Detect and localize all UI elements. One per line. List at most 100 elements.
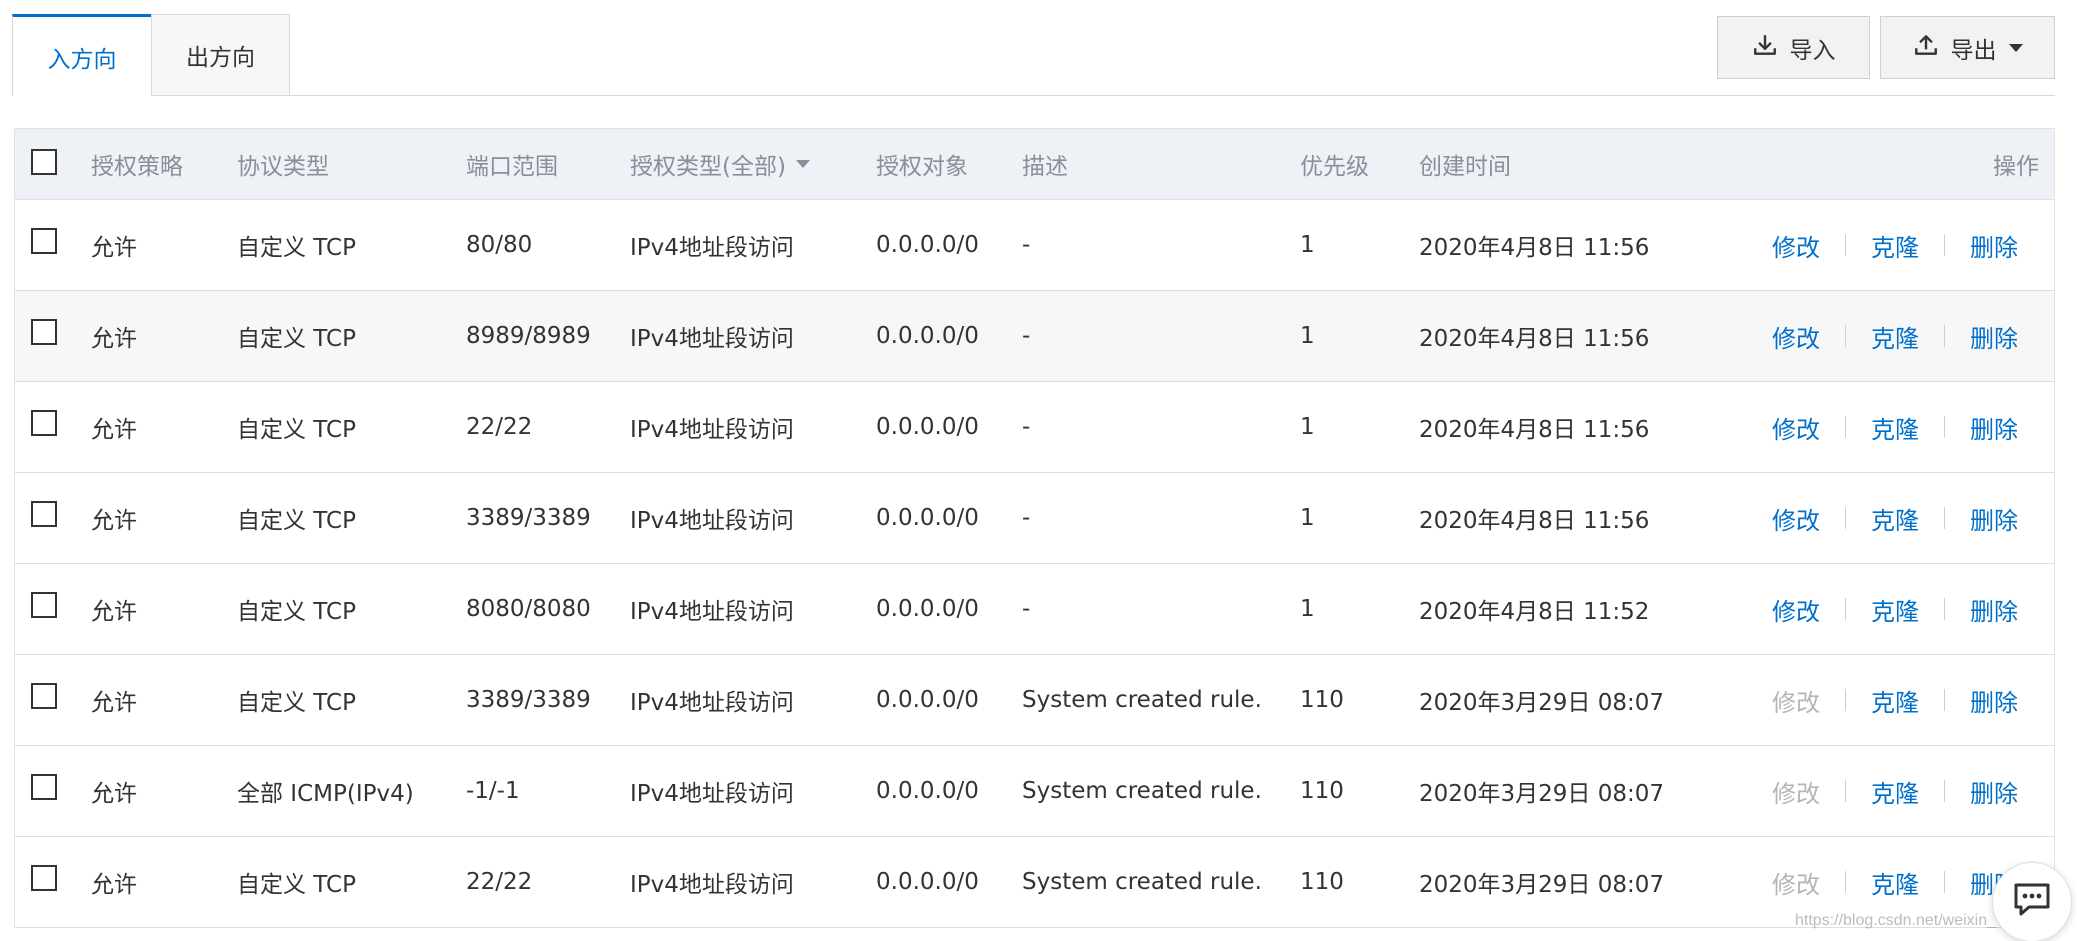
cell-policy: 允许 [91, 235, 137, 261]
table-row: 允许 自定义 TCP 3389/3389 IPv4地址段访问 0.0.0.0/0 Syst… [15, 655, 2054, 746]
edit-link[interactable]: 修改 [1772, 501, 1820, 536]
cell-protocol: 自定义 TCP [237, 508, 356, 534]
action-separator [1944, 780, 1945, 802]
action-separator [1944, 416, 1945, 438]
cell-object: 0.0.0.0/0 [876, 687, 979, 713]
row-checkbox[interactable] [31, 228, 57, 254]
edit-link: 修改 [1772, 688, 1820, 717]
cell-policy: 允许 [91, 781, 137, 807]
cell-priority: 110 [1300, 778, 1344, 804]
cell-port: 80/80 [466, 232, 533, 258]
cell-description: - [1022, 505, 1031, 531]
row-checkbox[interactable] [31, 501, 57, 527]
table-row: 允许 自定义 TCP 22/22 IPv4地址段访问 0.0.0.0/0 - 1 2020年4… [15, 382, 2054, 473]
clone-link[interactable]: 克隆 [1871, 683, 1919, 718]
cell-priority: 110 [1300, 687, 1344, 713]
select-all-checkbox[interactable] [31, 149, 57, 175]
chat-button[interactable] [1992, 862, 2072, 941]
import-label: 导入 [1789, 37, 1836, 64]
filter-caret-icon [795, 160, 810, 168]
cell-created: 2020年4月8日 11:56 [1419, 235, 1650, 261]
cell-protocol: 全部 ICMP(IPv4) [237, 781, 414, 807]
cell-protocol: 自定义 TCP [237, 235, 356, 261]
row-checkbox[interactable] [31, 319, 57, 345]
action-separator [1845, 598, 1846, 620]
cell-object: 0.0.0.0/0 [876, 414, 979, 440]
edit-link: 修改 [1772, 870, 1820, 899]
edit-link[interactable]: 修改 [1772, 319, 1820, 354]
cell-auth-type: IPv4地址段访问 [630, 235, 794, 261]
import-button[interactable]: 导入 [1717, 16, 1870, 79]
header-policy: 授权策略 [91, 154, 183, 180]
clone-link[interactable]: 克隆 [1871, 774, 1919, 809]
cell-auth-type: IPv4地址段访问 [630, 508, 794, 534]
clone-link[interactable]: 克隆 [1871, 228, 1919, 263]
cell-policy: 允许 [91, 508, 137, 534]
action-separator [1944, 234, 1945, 256]
tab-outbound[interactable]: 出方向 [151, 14, 290, 95]
cell-port: 8080/8080 [466, 596, 591, 622]
cell-priority: 1 [1300, 414, 1315, 440]
action-separator [1845, 234, 1846, 256]
cell-policy: 允许 [91, 872, 137, 898]
cell-protocol: 自定义 TCP [237, 326, 356, 352]
edit-link[interactable]: 修改 [1772, 410, 1820, 445]
delete-link[interactable]: 删除 [1970, 683, 2018, 718]
cell-created: 2020年4月8日 11:56 [1419, 417, 1650, 443]
edit-link[interactable]: 修改 [1772, 228, 1820, 263]
clone-link[interactable]: 克隆 [1871, 410, 1919, 445]
delete-link[interactable]: 删除 [1970, 592, 2018, 627]
cell-object: 0.0.0.0/0 [876, 232, 979, 258]
row-checkbox[interactable] [31, 774, 57, 800]
delete-link[interactable]: 删除 [1970, 774, 2018, 809]
cell-priority: 1 [1300, 232, 1315, 258]
edit-link: 修改 [1772, 779, 1820, 808]
export-label: 导出 [1950, 37, 1997, 64]
tab-inbound[interactable]: 入方向 [12, 14, 152, 96]
row-checkbox[interactable] [31, 683, 57, 709]
delete-link[interactable]: 删除 [1970, 410, 2018, 445]
clone-link[interactable]: 克隆 [1871, 319, 1919, 354]
cell-auth-type: IPv4地址段访问 [630, 417, 794, 443]
action-separator [1845, 780, 1846, 802]
tabs-divider [12, 95, 2055, 96]
cell-created: 2020年4月8日 11:56 [1419, 326, 1650, 352]
cell-priority: 110 [1300, 869, 1344, 895]
delete-link[interactable]: 删除 [1970, 228, 2018, 263]
action-separator [1944, 598, 1945, 620]
export-button[interactable]: 导出 [1880, 16, 2055, 79]
header-priority: 优先级 [1300, 154, 1369, 180]
table-row: 允许 自定义 TCP 3389/3389 IPv4地址段访问 0.0.0.0/0 - 1 20… [15, 473, 2054, 564]
row-actions: 修改 克隆 删除 [1772, 746, 2018, 836]
active-tab-gap [13, 94, 151, 97]
row-checkbox[interactable] [31, 865, 57, 891]
clone-link[interactable]: 克隆 [1871, 501, 1919, 536]
clone-link[interactable]: 克隆 [1871, 592, 1919, 627]
upload-icon [1913, 32, 1939, 64]
row-actions: 修改 克隆 删除 [1772, 200, 2018, 290]
header-created: 创建时间 [1419, 154, 1511, 180]
cell-port: 8989/8989 [466, 323, 591, 349]
clone-link[interactable]: 克隆 [1871, 865, 1919, 900]
cell-port: 22/22 [466, 869, 533, 895]
cell-description: System created rule. [1022, 687, 1262, 713]
download-icon [1752, 32, 1778, 64]
row-checkbox[interactable] [31, 592, 57, 618]
delete-link[interactable]: 删除 [1970, 501, 2018, 536]
header-port: 端口范围 [466, 154, 558, 180]
cell-port: 22/22 [466, 414, 533, 440]
row-actions: 修改 克隆 删除 [1772, 291, 2018, 381]
security-group-rules-page: 入方向 出方向 导入 导出 授权策略 协议类型 端口范围 授权类型(全部) 授权… [0, 0, 2077, 941]
direction-tabs: 入方向 出方向 [12, 14, 290, 96]
chat-icon [2013, 882, 2051, 922]
header-protocol: 协议类型 [237, 154, 329, 180]
cell-created: 2020年3月29日 08:07 [1419, 690, 1665, 716]
cell-policy: 允许 [91, 690, 137, 716]
table-row: 允许 自定义 TCP 8080/8080 IPv4地址段访问 0.0.0.0/0 - 1 20… [15, 564, 2054, 655]
row-checkbox[interactable] [31, 410, 57, 436]
cell-object: 0.0.0.0/0 [876, 323, 979, 349]
header-auth-type-filter[interactable]: 授权类型(全部) [630, 129, 810, 199]
delete-link[interactable]: 删除 [1970, 319, 2018, 354]
tab-outbound-label: 出方向 [186, 45, 255, 71]
edit-link[interactable]: 修改 [1772, 592, 1820, 627]
